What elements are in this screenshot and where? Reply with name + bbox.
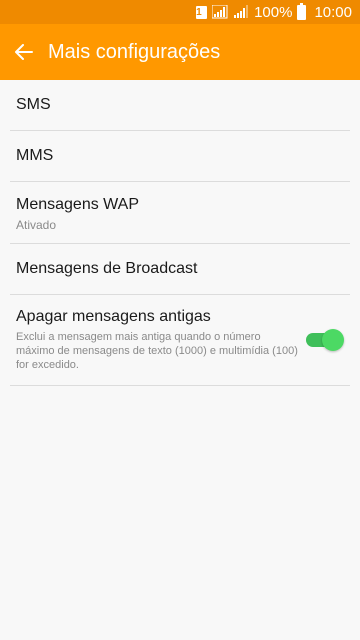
signal-icon (212, 5, 228, 19)
settings-item-broadcast[interactable]: Mensagens de Broadcast (10, 244, 350, 295)
page-title: Mais configurações (48, 40, 221, 63)
settings-item-mms[interactable]: MMS (10, 131, 350, 182)
signal-2-icon (233, 5, 249, 19)
item-subtitle: Ativado (16, 218, 57, 232)
item-title: MMS (16, 147, 54, 164)
item-title: Mensagens WAP (16, 196, 140, 213)
clock: 10:00 (314, 3, 352, 21)
item-description: Exclui a mensagem mais antiga quando o n… (16, 331, 298, 371)
settings-item-sms[interactable]: SMS (10, 80, 350, 131)
arrow-left-icon[interactable] (0, 24, 48, 80)
sim-icon: 1 (196, 5, 208, 19)
settings-item-delete-old[interactable]: Apagar mensagens antigas Exclui a mensag… (10, 295, 350, 386)
settings-list: SMS MMS Mensagens WAP Ativado Mensagens … (0, 80, 360, 386)
battery-percent: 100% (254, 3, 293, 21)
status-bar: 1 100% 10:00 (0, 0, 360, 24)
item-title: Apagar mensagens antigas (16, 308, 211, 325)
item-title: Mensagens de Broadcast (16, 260, 198, 277)
delete-old-toggle[interactable] (306, 329, 344, 351)
toggle-thumb (322, 329, 344, 351)
item-title: SMS (16, 96, 51, 113)
battery-icon (297, 2, 307, 20)
app-bar: Mais configurações (0, 24, 360, 80)
settings-item-wap[interactable]: Mensagens WAP Ativado (10, 182, 350, 244)
